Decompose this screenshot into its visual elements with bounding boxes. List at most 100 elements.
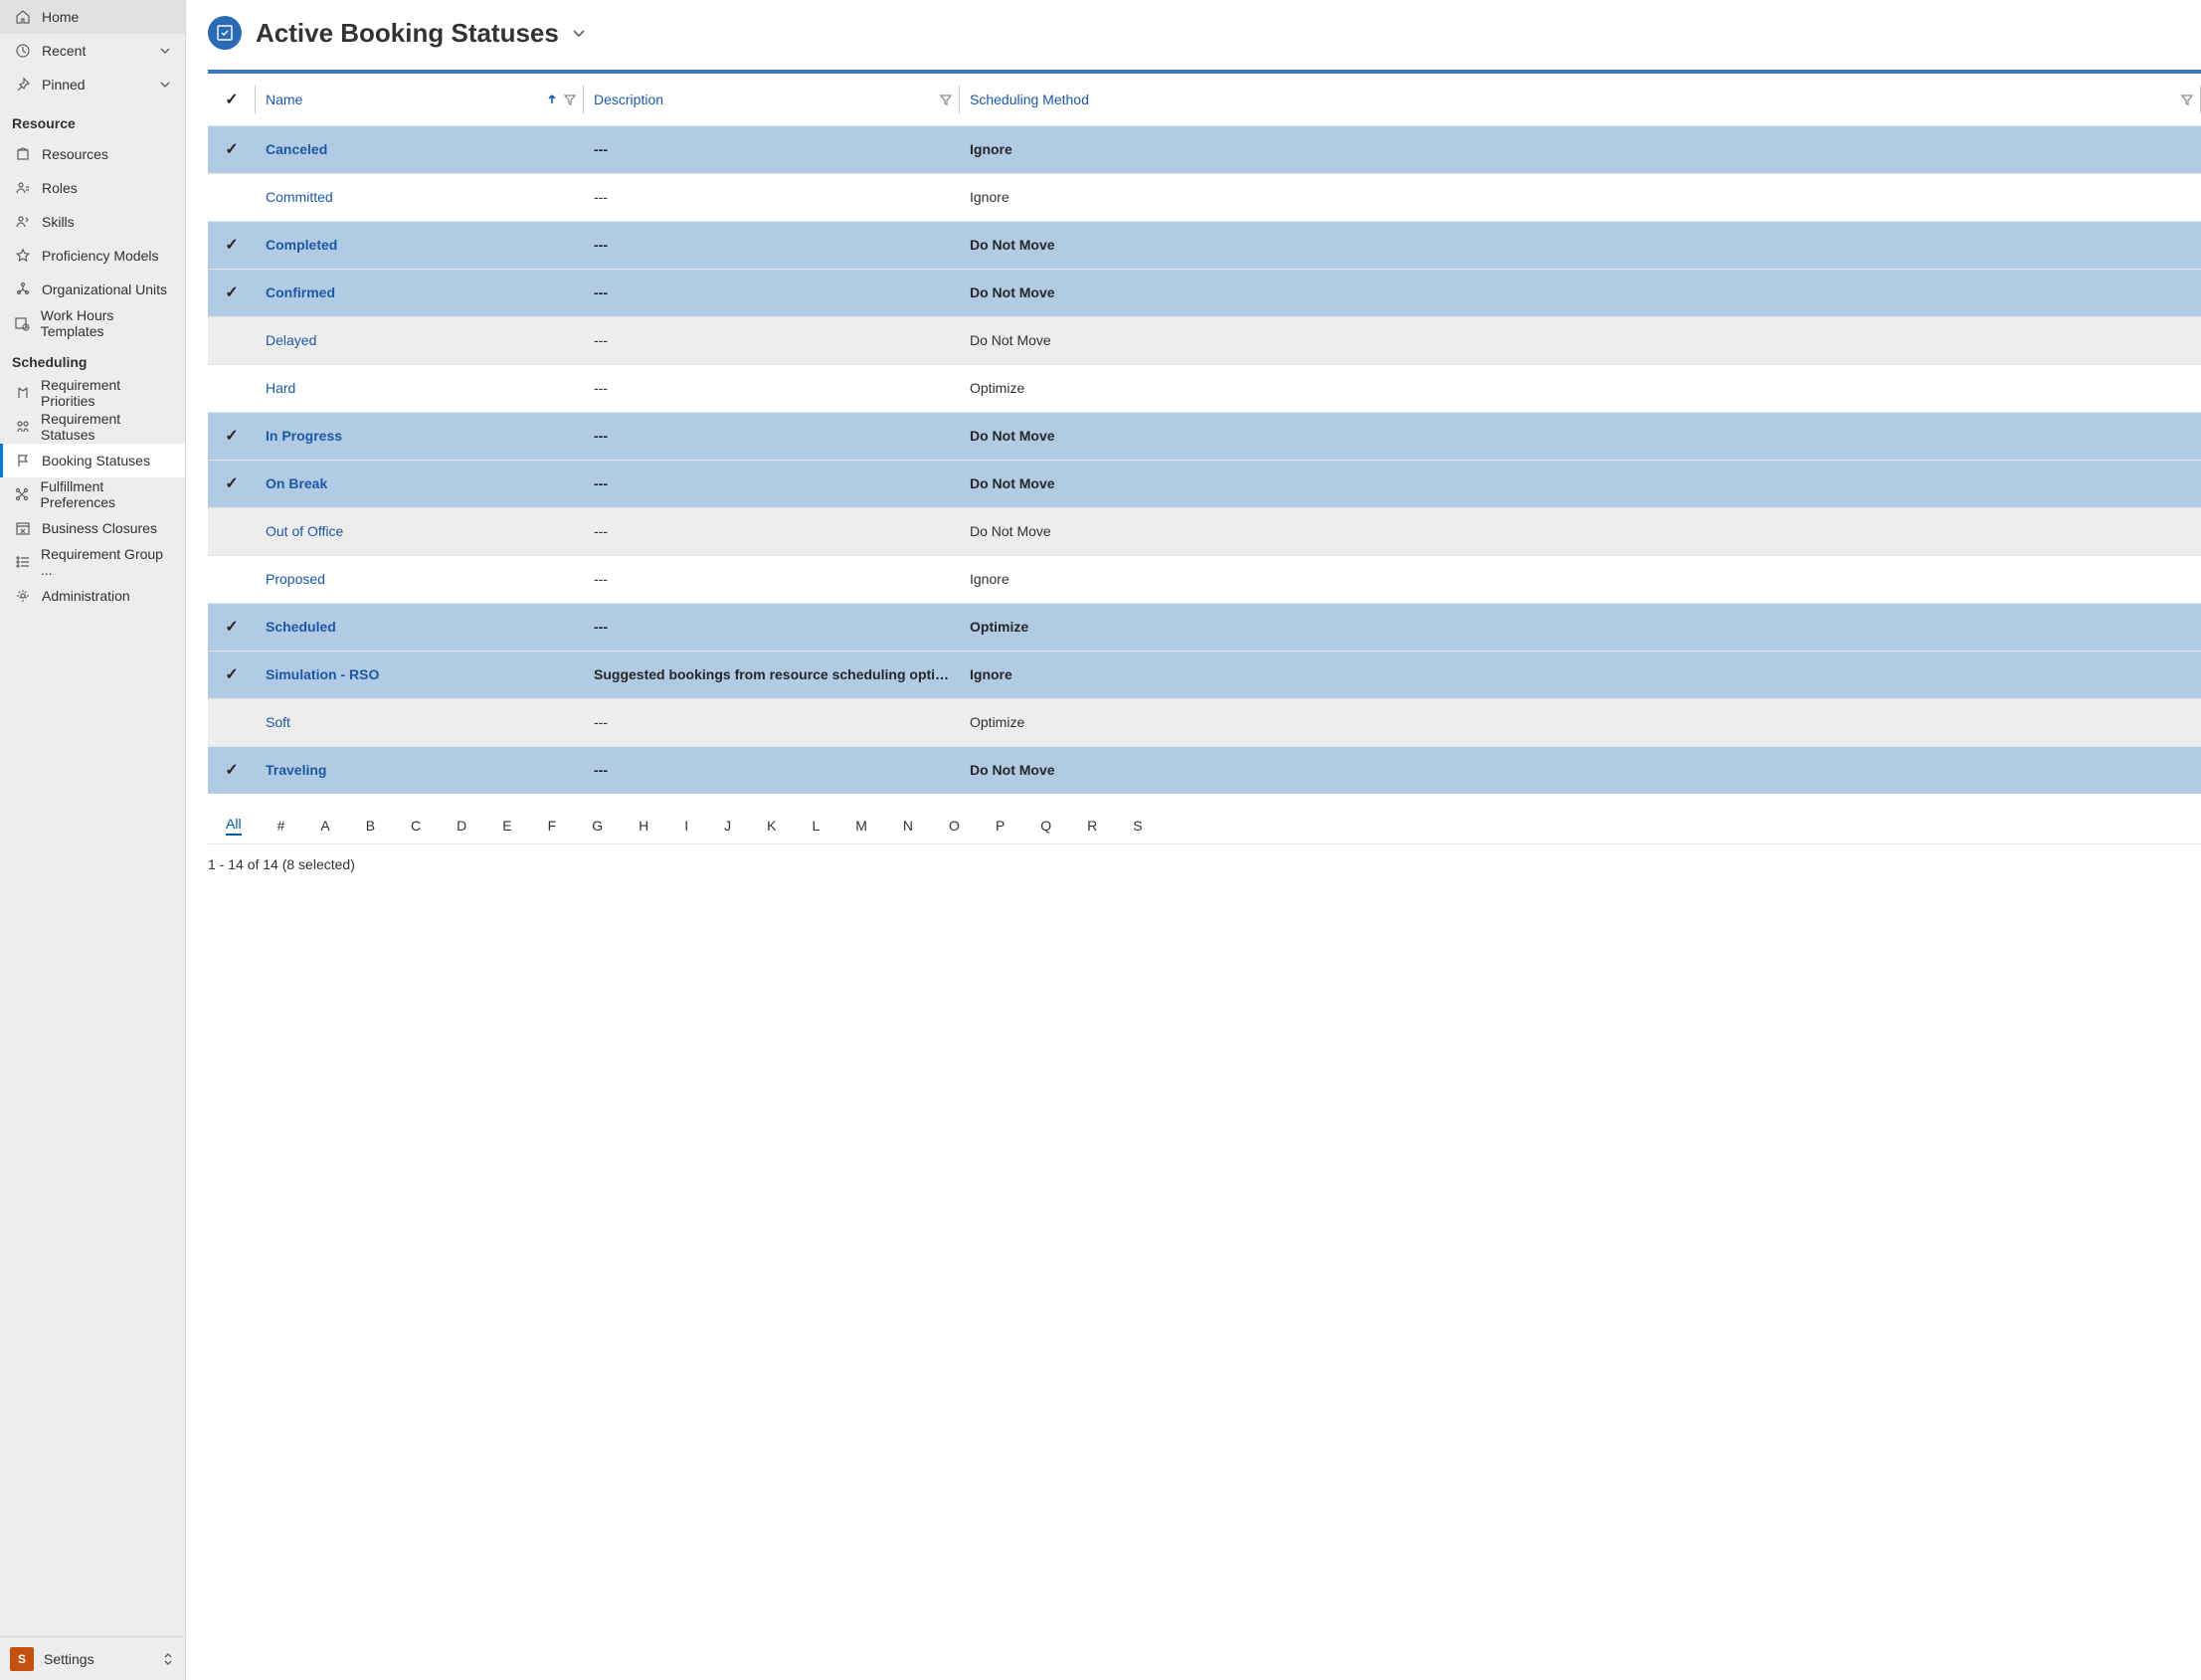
row-select-cell[interactable]: ✓ xyxy=(208,269,256,316)
record-link[interactable]: Simulation - RSO xyxy=(266,666,379,682)
alpha-filter-e[interactable]: E xyxy=(502,818,511,834)
nav-proficiency-models[interactable]: Proficiency Models xyxy=(0,239,185,273)
record-link[interactable]: Traveling xyxy=(266,762,326,778)
nav-req-group[interactable]: Requirement Group ... xyxy=(0,545,185,579)
nav-label: Roles xyxy=(42,180,78,196)
description-cell: --- xyxy=(584,364,960,412)
row-select-cell[interactable]: ✓ xyxy=(208,603,256,651)
alpha-filter-g[interactable]: G xyxy=(592,818,603,834)
table-row[interactable]: ✓Canceled---Ignore xyxy=(208,125,2201,173)
nav-fulfillment-prefs[interactable]: Fulfillment Preferences xyxy=(0,477,185,511)
filter-icon[interactable] xyxy=(2181,93,2193,105)
nav-req-priorities[interactable]: Requirement Priorities xyxy=(0,376,185,410)
alpha-filter-n[interactable]: N xyxy=(903,818,913,834)
alpha-filter-q[interactable]: Q xyxy=(1040,818,1051,834)
table-row[interactable]: Delayed---Do Not Move xyxy=(208,316,2201,364)
row-select-cell[interactable] xyxy=(208,173,256,221)
nav-org-units[interactable]: Organizational Units xyxy=(0,273,185,306)
record-link[interactable]: Confirmed xyxy=(266,284,335,300)
record-link[interactable]: Scheduled xyxy=(266,619,336,635)
record-link[interactable]: Hard xyxy=(266,380,295,396)
record-link[interactable]: Soft xyxy=(266,714,290,730)
record-link[interactable]: Out of Office xyxy=(266,523,343,539)
filter-icon[interactable] xyxy=(940,93,952,105)
record-link[interactable]: On Break xyxy=(266,475,327,491)
row-select-cell[interactable]: ✓ xyxy=(208,125,256,173)
nav-recent[interactable]: Recent xyxy=(0,34,185,68)
record-link[interactable]: Completed xyxy=(266,237,337,253)
select-all-header[interactable]: ✓ xyxy=(208,74,256,125)
table-row[interactable]: ✓Confirmed---Do Not Move xyxy=(208,269,2201,316)
filter-icon[interactable] xyxy=(564,93,576,105)
name-cell: Completed xyxy=(256,221,584,269)
alpha-filter-all[interactable]: All xyxy=(226,816,242,836)
row-select-cell[interactable] xyxy=(208,555,256,603)
alpha-filter-m[interactable]: M xyxy=(855,818,867,834)
table-row[interactable]: ✓Simulation - RSOSuggested bookings from… xyxy=(208,651,2201,698)
alpha-filter-i[interactable]: I xyxy=(684,818,688,834)
alpha-filter-c[interactable]: C xyxy=(411,818,421,834)
nav-business-closures[interactable]: Business Closures xyxy=(0,511,185,545)
alpha-filter-r[interactable]: R xyxy=(1087,818,1097,834)
table-row[interactable]: ✓Traveling---Do Not Move xyxy=(208,746,2201,794)
name-cell: On Break xyxy=(256,460,584,507)
row-select-cell[interactable]: ✓ xyxy=(208,460,256,507)
name-cell: Proposed xyxy=(256,555,584,603)
nav-skills[interactable]: Skills xyxy=(0,205,185,239)
nav-work-hours[interactable]: Work Hours Templates xyxy=(0,306,185,340)
row-select-cell[interactable]: ✓ xyxy=(208,651,256,698)
table-row[interactable]: Proposed---Ignore xyxy=(208,555,2201,603)
alpha-filter-s[interactable]: S xyxy=(1133,818,1142,834)
alpha-filter-d[interactable]: D xyxy=(457,818,466,834)
status-icon xyxy=(14,419,31,435)
area-switcher[interactable]: S Settings xyxy=(0,1636,185,1680)
alpha-filter-b[interactable]: B xyxy=(366,818,375,834)
table-row[interactable]: Out of Office---Do Not Move xyxy=(208,507,2201,555)
table-row[interactable]: Soft---Optimize xyxy=(208,698,2201,746)
alpha-filter-#[interactable]: # xyxy=(277,818,285,834)
alpha-filter-l[interactable]: L xyxy=(812,818,820,834)
table-row[interactable]: ✓On Break---Do Not Move xyxy=(208,460,2201,507)
table-row[interactable]: ✓In Progress---Do Not Move xyxy=(208,412,2201,460)
priority-icon xyxy=(14,385,31,401)
row-select-cell[interactable]: ✓ xyxy=(208,412,256,460)
alpha-filter-a[interactable]: A xyxy=(320,818,329,834)
record-link[interactable]: In Progress xyxy=(266,428,342,444)
record-link[interactable]: Proposed xyxy=(266,571,325,587)
table-row[interactable]: Hard---Optimize xyxy=(208,364,2201,412)
alpha-filter-o[interactable]: O xyxy=(949,818,960,834)
alpha-filter-j[interactable]: J xyxy=(724,818,731,834)
row-select-cell[interactable]: ✓ xyxy=(208,746,256,794)
nav-pinned[interactable]: Pinned xyxy=(0,68,185,101)
column-description[interactable]: Description xyxy=(584,74,960,125)
nav-req-statuses[interactable]: Requirement Statuses xyxy=(0,410,185,444)
view-title[interactable]: Active Booking Statuses xyxy=(256,18,559,49)
nav-resources[interactable]: Resources xyxy=(0,137,185,171)
record-link[interactable]: Canceled xyxy=(266,141,327,157)
description-cell: --- xyxy=(584,269,960,316)
alpha-filter-f[interactable]: F xyxy=(548,818,557,834)
table-row[interactable]: ✓Completed---Do Not Move xyxy=(208,221,2201,269)
record-link[interactable]: Committed xyxy=(266,189,333,205)
alpha-filter-p[interactable]: P xyxy=(996,818,1005,834)
nav-roles[interactable]: Roles xyxy=(0,171,185,205)
nav-home[interactable]: Home xyxy=(0,0,185,34)
method-cell: Optimize xyxy=(960,603,2201,651)
method-cell: Do Not Move xyxy=(960,507,2201,555)
nav-administration[interactable]: Administration xyxy=(0,579,185,613)
row-select-cell[interactable] xyxy=(208,364,256,412)
record-link[interactable]: Delayed xyxy=(266,332,316,348)
row-select-cell[interactable] xyxy=(208,316,256,364)
table-row[interactable]: Committed---Ignore xyxy=(208,173,2201,221)
table-row[interactable]: ✓Scheduled---Optimize xyxy=(208,603,2201,651)
row-select-cell[interactable]: ✓ xyxy=(208,221,256,269)
row-select-cell[interactable] xyxy=(208,698,256,746)
alpha-filter-k[interactable]: K xyxy=(767,818,776,834)
chevron-down-icon[interactable] xyxy=(571,25,587,41)
alpha-filter-h[interactable]: H xyxy=(639,818,648,834)
chevron-down-icon xyxy=(159,45,171,57)
row-select-cell[interactable] xyxy=(208,507,256,555)
column-method[interactable]: Scheduling Method xyxy=(960,74,2201,125)
column-name[interactable]: Name xyxy=(256,74,584,125)
nav-booking-statuses[interactable]: Booking Statuses xyxy=(0,444,185,477)
